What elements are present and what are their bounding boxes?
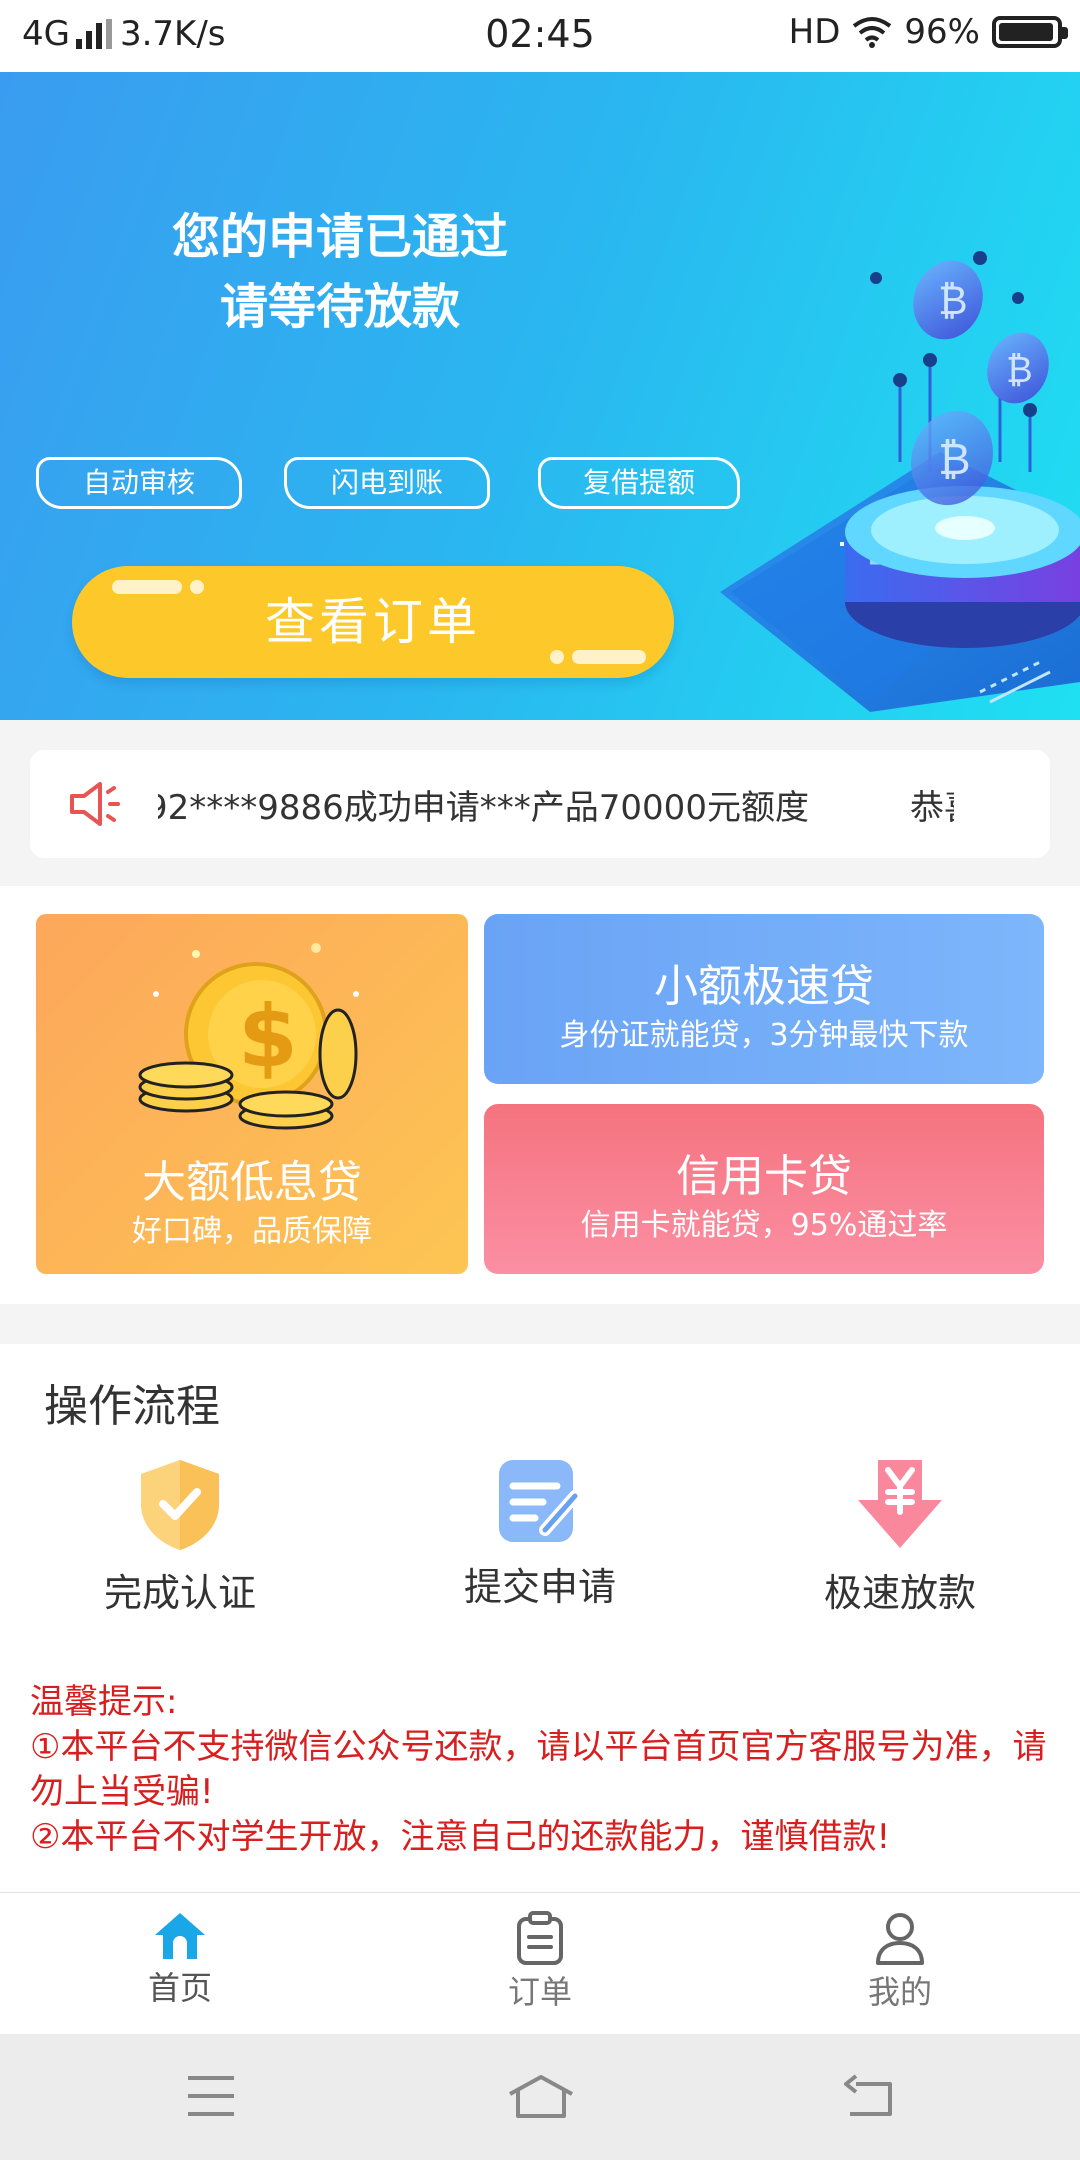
warm-tips: 温馨提示: ①本平台不支持微信公众号还款，请以平台首页官方客服号为准，请勿上当受… (30, 1680, 1050, 1860)
small-loan-subtitle: 身份证就能贷，3分钟最快下款 (559, 1018, 969, 1053)
home-icon (155, 1913, 205, 1959)
small-loan-title: 小额极速贷 (654, 961, 874, 1012)
tips-heading: 温馨提示: (30, 1682, 178, 1722)
hero-banner: 您的申请已通过 请等待放款 自动审核 闪电到账 复借提额 查看订单 ₿ ₿ ₿ (0, 72, 1080, 720)
shield-check-icon (141, 1460, 219, 1550)
gold-coins-icon: $ (138, 943, 359, 1130)
svg-text:₿: ₿ (938, 278, 968, 324)
crypto-coins-illustration: ₿ ₿ ₿ (720, 251, 1080, 712)
system-nav-bar (0, 2034, 1080, 2160)
credit-loan-subtitle: 信用卡就能贷，95%通过率 (580, 1208, 948, 1243)
step-verify-label: 完成认证 (103, 1571, 256, 1615)
notice-text-next: 恭喜 (910, 788, 954, 828)
tab-orders[interactable]: 订单 (440, 1911, 640, 2013)
status-bar: 4G 3.7K/s 02:45 HD 96% (0, 0, 1080, 72)
process-section: 操作流程 完成认证 提交申请 极速放款 温馨提示: ①本平台不支持微信公众号还款… (0, 1344, 1080, 1892)
tag-fast-arrival: 闪电到账 (284, 457, 490, 509)
speaker-icon (70, 782, 120, 826)
large-loan-title: 大额低息贷 (142, 1157, 362, 1208)
tab-home[interactable]: 首页 (80, 1911, 280, 2009)
banner-title-line2: 请等待放款 (219, 279, 460, 335)
product-card-credit-card[interactable]: 信用卡贷 信用卡就能贷，95%通过率 (484, 1104, 1044, 1274)
battery-icon (992, 16, 1068, 48)
notice-marquee[interactable]: 92****9886成功申请***产品70000元额度 恭喜 (30, 750, 1050, 858)
status-right: HD 96% (788, 12, 1068, 52)
clipboard-icon (517, 1911, 563, 1965)
svg-text:₿: ₿ (938, 434, 971, 485)
process-step-verify: 完成认证 (30, 1456, 330, 1617)
product-card-large-low-interest[interactable]: $ 大额低息贷 好口碑，品质保障 (36, 914, 468, 1274)
notice-section: 92****9886成功申请***产品70000元额度 恭喜 (0, 720, 1080, 886)
tips-line2: ②本平台不对学生开放，注意自己的还款能力，谨慎借款! (30, 1817, 891, 1857)
home-nav-icon[interactable] (506, 2074, 576, 2120)
svg-text:₿: ₿ (1006, 350, 1033, 391)
tag-auto-review: 自动审核 (36, 457, 242, 509)
yuan-download-icon (858, 1460, 942, 1548)
view-order-label: 查看订单 (265, 593, 481, 651)
product-section: $ 大额低息贷 好口碑，品质保障 小额极速贷 身份证就能贷，3分钟最快下款 信用… (0, 886, 1080, 1304)
process-step-disburse: 极速放款 (750, 1456, 1050, 1617)
tab-orders-label: 订单 (507, 1973, 572, 2011)
banner-title-line1: 您的申请已通过 (171, 209, 508, 265)
notice-text-clip: 92****9886成功申请***产品70000元额度 恭喜 (158, 750, 954, 858)
user-icon (876, 1913, 924, 1965)
step-submit-label: 提交申请 (463, 1565, 616, 1609)
large-loan-subtitle: 好口碑，品质保障 (132, 1214, 372, 1249)
hd-indicator: HD (788, 12, 841, 52)
product-card-small-fast[interactable]: 小额极速贷 身份证就能贷，3分钟最快下款 (484, 914, 1044, 1084)
back-icon[interactable] (842, 2074, 894, 2118)
notice-text: 92****9886成功申请***产品70000元额度 (158, 788, 809, 828)
form-edit-icon (499, 1460, 581, 1542)
battery-percent: 96% (904, 12, 980, 52)
banner-title: 您的申请已通过 请等待放款 (0, 202, 680, 342)
process-title: 操作流程 (44, 1381, 220, 1432)
tab-mine[interactable]: 我的 (800, 1911, 1000, 2013)
svg-text:$: $ (238, 987, 298, 1087)
tab-mine-label: 我的 (867, 1973, 932, 2011)
step-disburse-label: 极速放款 (823, 1571, 976, 1615)
tips-line1: ①本平台不支持微信公众号还款，请以平台首页官方客服号为准，请勿上当受骗! (30, 1727, 1047, 1812)
wifi-icon (853, 17, 892, 48)
process-step-submit: 提交申请 (390, 1456, 690, 1611)
tab-home-label: 首页 (147, 1969, 212, 2007)
menu-icon[interactable] (186, 2074, 236, 2118)
view-order-button[interactable]: 查看订单 (72, 566, 674, 678)
bottom-tab-bar: 首页 订单 我的 (0, 1892, 1080, 2034)
credit-loan-title: 信用卡贷 (676, 1151, 852, 1202)
